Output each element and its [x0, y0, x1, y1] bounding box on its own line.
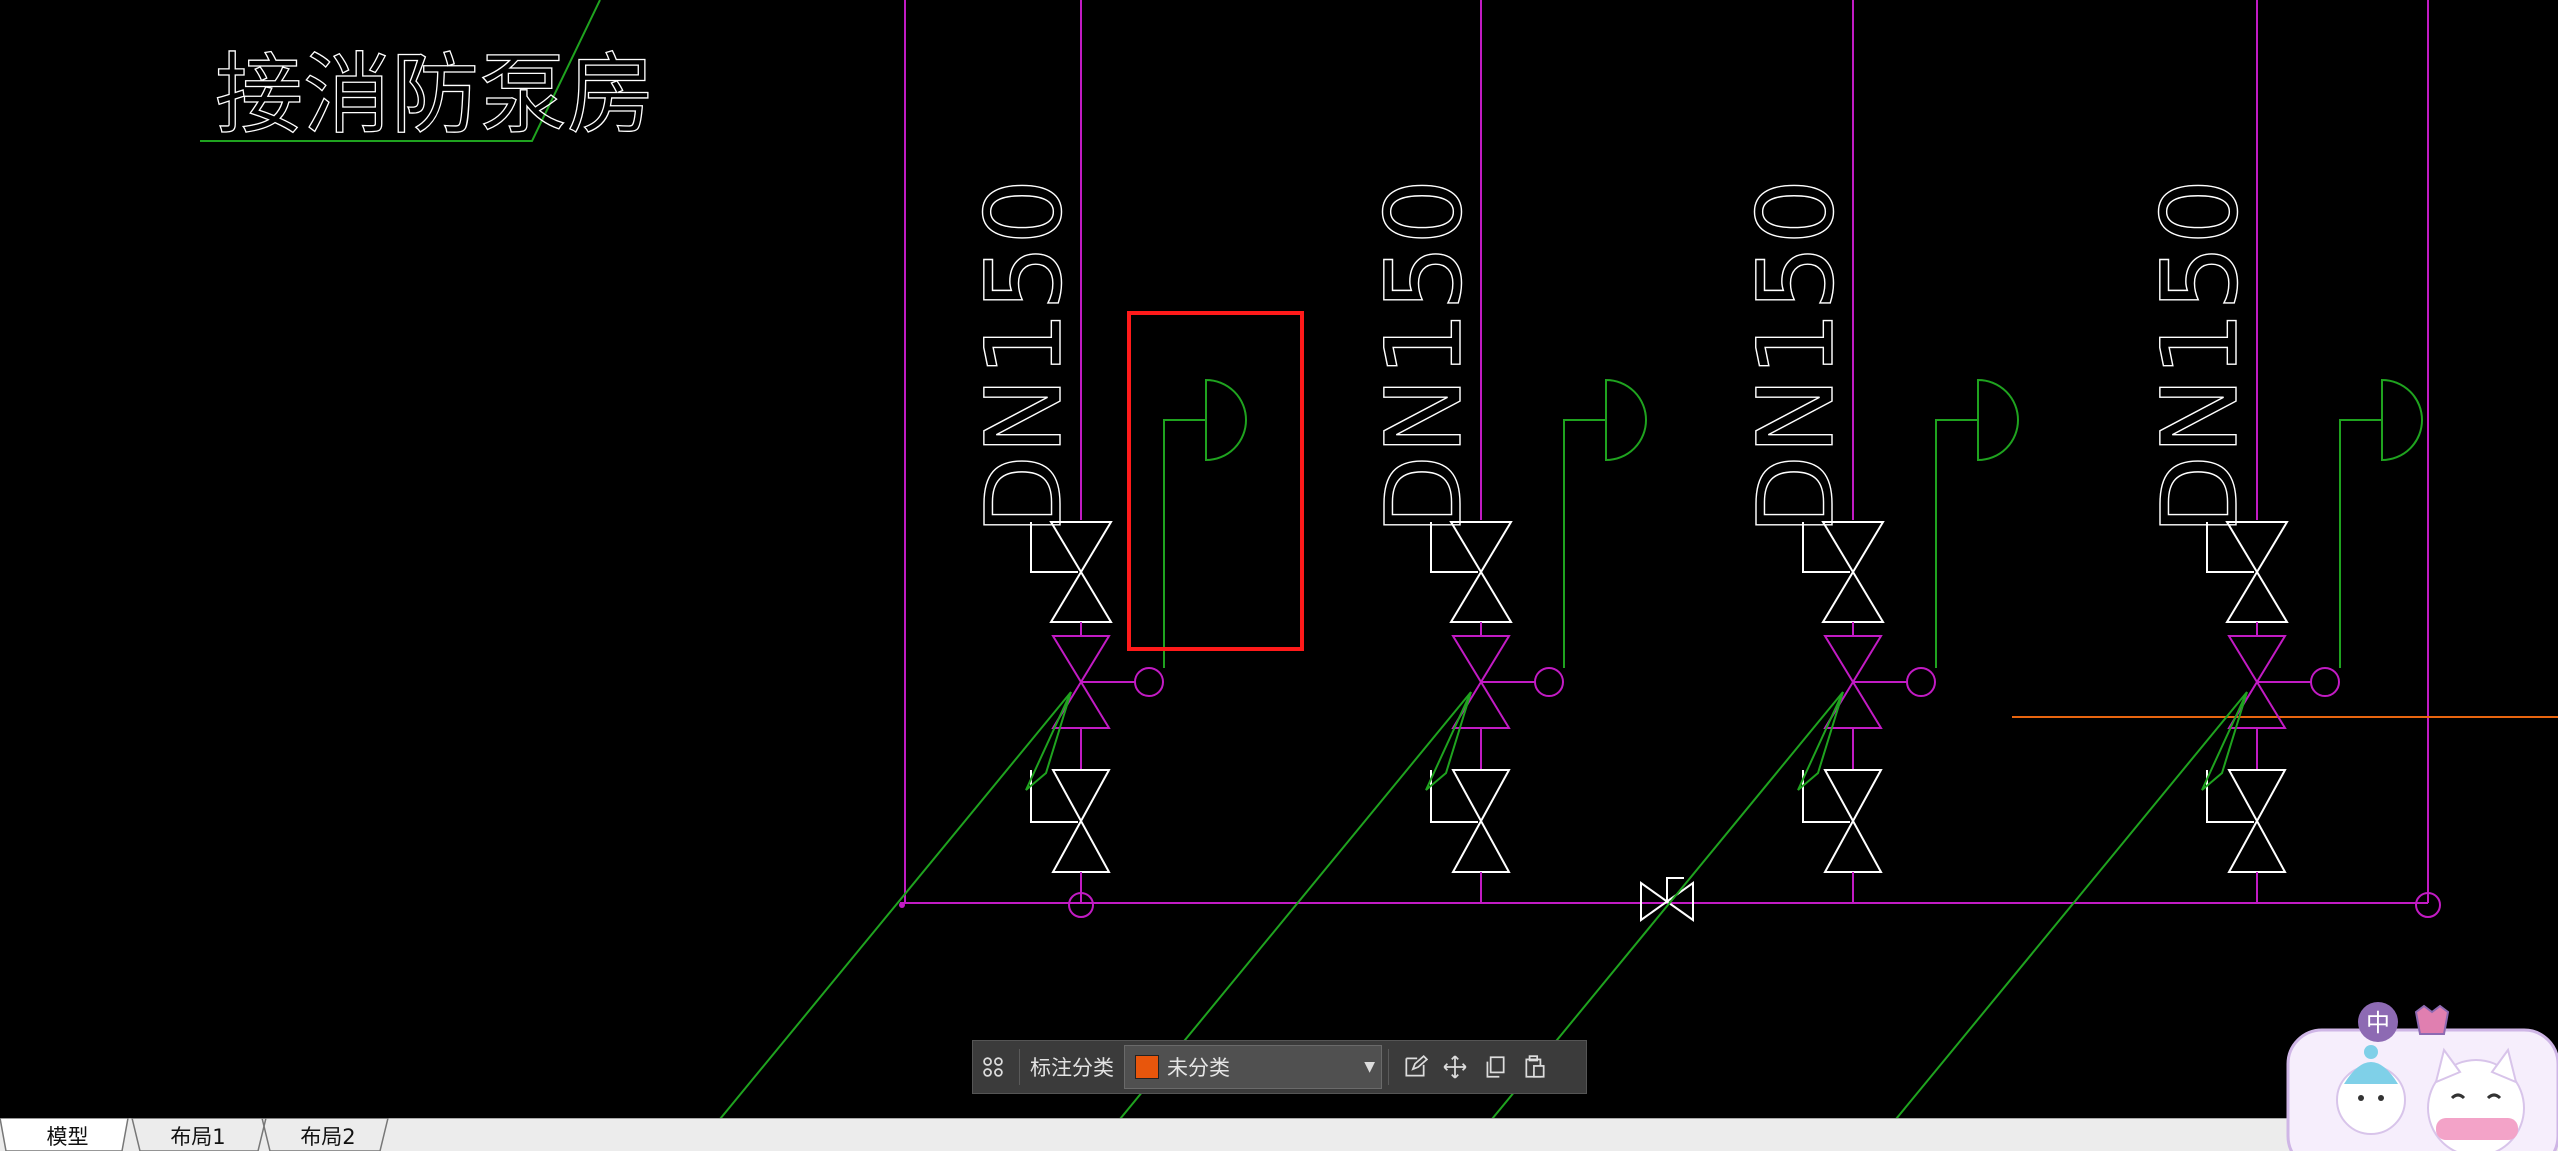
- category-color-swatch: [1135, 1055, 1159, 1079]
- toolbar-divider: [1019, 1049, 1020, 1085]
- move-icon[interactable]: [1435, 1047, 1475, 1087]
- cad-drawing-canvas[interactable]: 接消防泵房 DN150 DN150 DN150 DN150: [0, 0, 2558, 1118]
- edit-icon[interactable]: [1395, 1047, 1435, 1087]
- copy-icon[interactable]: [1475, 1047, 1515, 1087]
- tab-layout2[interactable]: 布局2: [278, 1121, 378, 1151]
- category-label: 标注分类: [1030, 1056, 1114, 1080]
- apps-grid-icon[interactable]: [973, 1047, 1013, 1087]
- shirt-icon: [2414, 1004, 2450, 1035]
- category-value: 未分类: [1167, 1056, 1230, 1080]
- chevron-down-icon: ▼: [1364, 1059, 1375, 1075]
- layout-tab-bar: 模型 布局1 布局2: [0, 1118, 2558, 1151]
- ime-mascot-widget[interactable]: 中: [2276, 1000, 2558, 1151]
- toolbar-divider: [1388, 1049, 1389, 1085]
- valve-branch-2: [1110, 0, 1647, 1118]
- tab-model[interactable]: 模型: [20, 1121, 115, 1151]
- category-dropdown[interactable]: 未分类 ▼: [1124, 1045, 1382, 1089]
- pipe-label-dn150-1: DN150: [963, 179, 1085, 535]
- valve-branch-4: [1886, 0, 2423, 1118]
- valve-branch-1: [710, 0, 1247, 1118]
- pipe-label-dn150-4: DN150: [2139, 179, 2261, 535]
- annotation-toolbar: 标注分类 未分类 ▼: [972, 1040, 1587, 1094]
- pipe-label-dn150-3: DN150: [1735, 179, 1857, 535]
- drawing-title: 接消防泵房: [215, 43, 655, 146]
- tab-layout1[interactable]: 布局1: [148, 1121, 248, 1151]
- selection-highlight-box[interactable]: [1127, 311, 1304, 651]
- ime-mode-badge: 中: [2366, 1009, 2390, 1037]
- paste-icon[interactable]: [1515, 1047, 1555, 1087]
- pipe-label-dn150-2: DN150: [1363, 179, 1485, 535]
